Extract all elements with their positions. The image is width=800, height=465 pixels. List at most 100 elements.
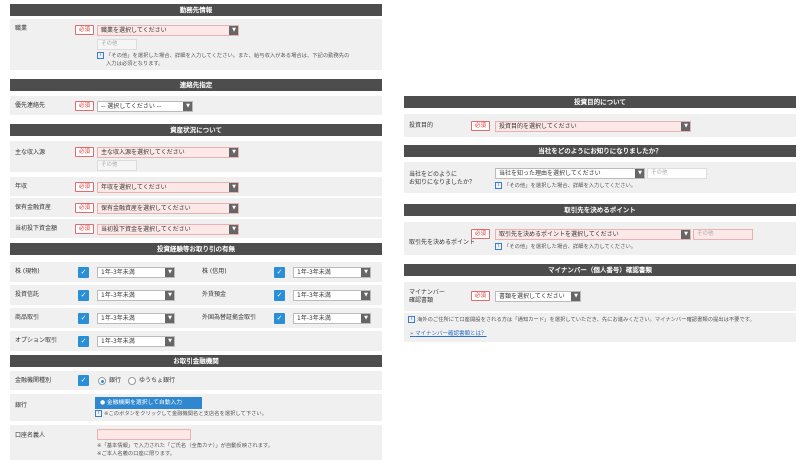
- chevron-down-icon: ▼: [635, 169, 644, 178]
- investable-select[interactable]: 当初投下資金を選択してください ▼: [97, 224, 239, 235]
- radio-bank-label[interactable]: 銀行: [109, 377, 121, 384]
- radio-yucho-icon[interactable]: [128, 377, 136, 385]
- account-label: 口座名義人: [15, 432, 46, 439]
- chevron-down-icon: ▼: [571, 292, 580, 301]
- checkbox-checked-icon[interactable]: ✓: [274, 267, 285, 278]
- annual-select[interactable]: 年収を選択してください ▼: [97, 182, 239, 193]
- experience-row: 株 (現物) ✓ 1年-3年未満 ▼ 株 (信用) ✓ 1年-3年未満 ▼: [10, 262, 382, 283]
- purpose-row: 投資目的 必須 投資目的を選択してください ▼: [404, 114, 796, 138]
- chevron-down-icon: ▼: [229, 183, 238, 192]
- source-label-2: お知りになりましたか？: [409, 179, 476, 186]
- income-select[interactable]: 主な収入源を選択してください ▼: [97, 147, 239, 158]
- chevron-down-icon: ▼: [165, 314, 174, 323]
- point-other-input[interactable]: その他: [693, 229, 753, 240]
- account-name-input[interactable]: [97, 429, 191, 440]
- info-icon: i: [495, 182, 502, 189]
- chevron-down-icon: ▼: [361, 291, 370, 300]
- checkbox-checked-icon[interactable]: ✓: [274, 290, 285, 301]
- experience-select[interactable]: 1年-3年未満 ▼: [97, 267, 175, 278]
- point-note: i 「その他」を選択した場合、詳細を入力してください。: [495, 243, 636, 251]
- required-badge: 必須: [471, 291, 490, 301]
- experience-select[interactable]: 1年-3年未満 ▼: [293, 267, 371, 278]
- source-other-input[interactable]: その他: [647, 168, 707, 179]
- checkbox-checked-icon[interactable]: ✓: [78, 267, 89, 278]
- bank-autofill-button[interactable]: ● 金融機関を選択して自動入力: [95, 397, 202, 409]
- mynumber-note-row: i 海外のご住所にて口座開設をされる方は「通知カード」を選択していただき、先にお進…: [404, 313, 796, 343]
- section-header-experience: 投資経験等お取り引の有無: [10, 243, 382, 255]
- income-other-input[interactable]: その他: [97, 160, 137, 171]
- chevron-down-icon: ▼: [165, 337, 174, 346]
- info-icon: i: [495, 243, 502, 250]
- chevron-down-icon: ▼: [361, 314, 370, 323]
- mynumber-link[interactable]: » マイナンバー確認書類とは？: [410, 329, 487, 337]
- experience-select[interactable]: 1年-3年未満 ▼: [293, 290, 371, 301]
- financial-select[interactable]: 保有金融資産を選択してください ▼: [97, 203, 239, 214]
- required-badge: 必須: [471, 229, 490, 239]
- contact-row: 優先連絡先 必須 -- 選択してください -- ▼: [10, 96, 382, 116]
- income-label: 主な収入源: [15, 149, 46, 156]
- occupation-other-input[interactable]: その他: [97, 39, 137, 50]
- chevron-down-icon: ▼: [165, 291, 174, 300]
- account-row: 口座名義人 ※「基本情報」で入力された「ご氏名（全角カナ）」が自動反映されます。…: [10, 425, 382, 461]
- experience-row: 商品取引 ✓ 1年-3年未満 ▼ 外国為替証拠金取引 ✓ 1年-3年未満 ▼: [10, 308, 382, 329]
- section-header-bank: お取引金融機関: [10, 355, 382, 367]
- contact-select[interactable]: -- 選択してください -- ▼: [97, 101, 193, 112]
- occupation-row: 職業 必須 職業を選択してください ▼ その他 i 「その他」を選択した場合、詳細を…: [10, 19, 382, 71]
- checkbox-checked-icon[interactable]: ✓: [78, 336, 89, 347]
- experience-label: オプション取引: [15, 337, 58, 344]
- bullet-icon: ●: [100, 400, 106, 406]
- experience-label: 投資信託: [15, 291, 40, 298]
- point-row: 取引先を決めるポイント 必須 取引先を決めるポイントを選択してください ▼ その他…: [404, 222, 796, 256]
- radio-bank-icon[interactable]: [98, 377, 106, 385]
- occupation-note: i 「その他」を選択した場合、詳細を入力してください。また、給与収入がある場合は、…: [97, 52, 349, 60]
- checkbox-checked-icon[interactable]: ✓: [274, 313, 285, 324]
- bank-type-row: 金融機関種別 ✓ 銀行 ゆうちょ銀行: [10, 371, 382, 391]
- source-label: 当社をどのように: [409, 171, 458, 178]
- checkbox-checked-icon[interactable]: ✓: [78, 290, 89, 301]
- investable-label: 当初投下資金額: [15, 225, 58, 232]
- bank-note: i ※このボタンをクリックして金融機関名と支店名を選択して下さい。: [95, 410, 267, 418]
- bank-row: 銀行 ● 金融機関を選択して自動入力 i ※このボタンをクリックして金融機関名と支…: [10, 394, 382, 422]
- experience-select[interactable]: 1年-3年未満 ▼: [293, 313, 371, 324]
- point-label: 取引先を決めるポイント: [409, 239, 476, 246]
- experience-select[interactable]: 1年-3年未満 ▼: [97, 313, 175, 324]
- purpose-select[interactable]: 投資目的を選択してください ▼: [495, 121, 691, 132]
- required-badge: 必須: [75, 25, 94, 35]
- chevron-down-icon: ▼: [183, 102, 192, 111]
- required-badge: 必須: [75, 147, 94, 157]
- section-header-assets: 資産状況について: [10, 124, 382, 136]
- account-note: ※「基本情報」で入力された「ご氏名（全角カナ）」が自動反映されます。: [97, 443, 274, 449]
- occupation-select[interactable]: 職業を選択してください ▼: [97, 25, 239, 36]
- experience-select[interactable]: 1年-3年未満 ▼: [97, 336, 175, 347]
- contact-label: 優先連絡先: [15, 102, 46, 109]
- experience-label: 外国為替証拠金取引: [202, 314, 257, 321]
- checkbox-checked-icon[interactable]: ✓: [78, 313, 89, 324]
- checkbox-checked-icon[interactable]: ✓: [78, 375, 89, 386]
- income-row: 主な収入源 必須 主な収入源を選択してください ▼ その他: [10, 141, 382, 173]
- occupation-label: 職業: [15, 25, 28, 32]
- link-arrow-icon: »: [410, 331, 414, 337]
- mynumber-row: マイナンバー 確認書類 必須 書類を選択してください ▼: [404, 282, 796, 312]
- section-header-contact: 連絡先指定: [10, 79, 382, 91]
- experience-label: 株 (信用): [202, 268, 227, 275]
- purpose-label: 投資目的: [409, 122, 434, 129]
- chevron-down-icon: ▼: [229, 225, 238, 234]
- annual-label: 年収: [15, 183, 28, 190]
- section-header-point: 取引先を決めるポイント: [404, 204, 796, 216]
- radio-yucho-label[interactable]: ゆうちょ銀行: [139, 377, 175, 384]
- mynumber-select[interactable]: 書類を選択してください ▼: [495, 291, 581, 302]
- required-badge: 必須: [471, 121, 490, 131]
- account-note-2: ※ご本人名義の口座に限ります。: [97, 451, 176, 457]
- point-select[interactable]: 取引先を決めるポイントを選択してください ▼: [495, 229, 691, 240]
- mynumber-label-2: 確認書類: [409, 297, 434, 304]
- chevron-down-icon: ▼: [229, 204, 238, 213]
- section-header-work: 勤務先情報: [10, 4, 382, 16]
- section-header-mynumber: マイナンバー（個人番号）確認書類: [404, 264, 796, 276]
- experience-select[interactable]: 1年-3年未満 ▼: [97, 290, 175, 301]
- annual-row: 年収 必須 年収を選択してください ▼: [10, 177, 382, 197]
- info-icon: i: [408, 316, 415, 323]
- info-icon: i: [97, 52, 104, 59]
- financial-row: 保有金融資産 必須 保有金融資産を選択してください ▼: [10, 198, 382, 218]
- source-select[interactable]: 当社を知った理由を選択してください ▼: [495, 168, 645, 179]
- required-badge: 必須: [75, 101, 94, 111]
